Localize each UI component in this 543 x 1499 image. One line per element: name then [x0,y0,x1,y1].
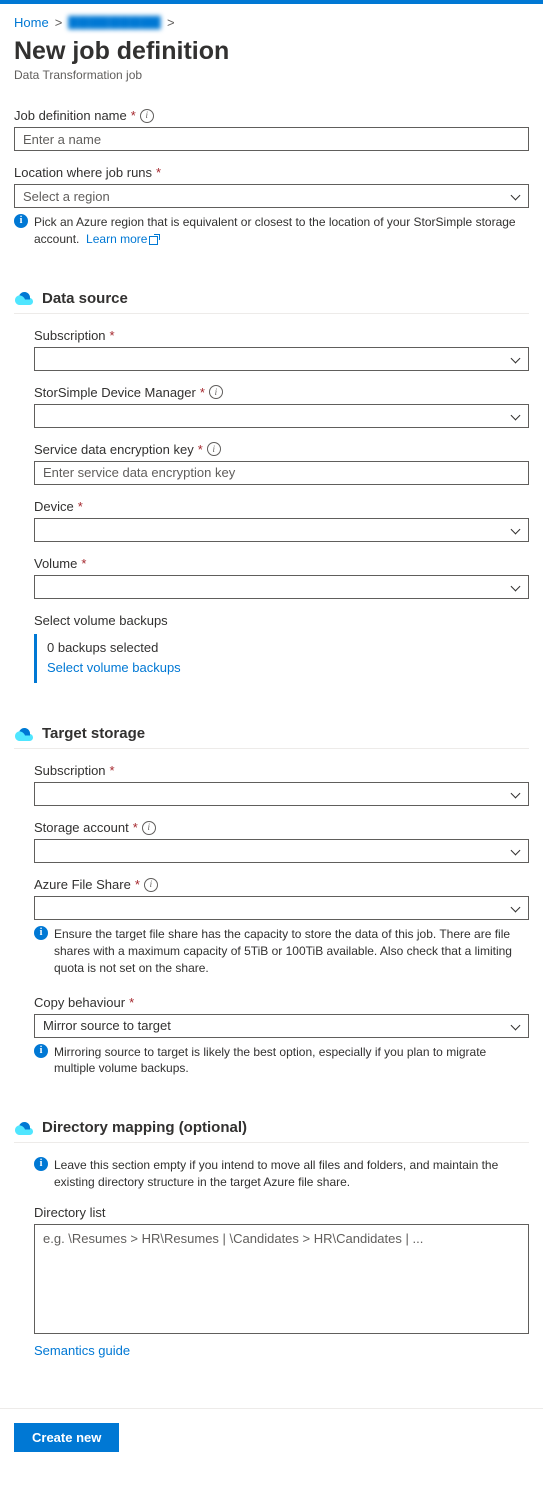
chevron-down-icon [510,1021,520,1031]
ds-backups-label: Select volume backups [34,613,168,628]
dm-list-textarea[interactable] [34,1224,529,1334]
cloud-icon [14,291,34,305]
ts-copy-behaviour-label: Copy behaviour [34,995,125,1010]
required-asterisk: * [129,995,134,1010]
data-source-header: Data source [14,290,529,314]
backup-summary: 0 backups selected Select volume backups [34,634,529,684]
ds-device-manager-label: StorSimple Device Manager [34,385,196,400]
chevron-down-icon [510,354,520,364]
backup-status: 0 backups selected [47,638,529,659]
page-subtitle: Data Transformation job [14,68,529,82]
chevron-down-icon [510,903,520,913]
info-icon: i [34,1044,48,1058]
external-link-icon [149,234,160,245]
ds-subscription-select[interactable] [34,347,529,371]
ds-encryption-key-input[interactable] [34,461,529,485]
info-icon: i [34,926,48,940]
chevron-down-icon [510,582,520,592]
chevron-down-icon [510,525,520,535]
ts-file-share-select[interactable] [34,896,529,920]
ts-subscription-select[interactable] [34,782,529,806]
location-learn-more-link[interactable]: Learn more [86,232,160,246]
cloud-icon [14,727,34,741]
info-icon: i [14,214,28,228]
required-asterisk: * [133,820,138,835]
ds-device-select[interactable] [34,518,529,542]
chevron-down-icon [510,789,520,799]
required-asterisk: * [131,108,136,123]
chevron-down-icon [510,411,520,421]
target-storage-header: Target storage [14,725,529,749]
chevron-right-icon: > [167,15,175,30]
required-asterisk: * [156,165,161,180]
location-select[interactable]: Select a region [14,184,529,208]
required-asterisk: * [81,556,86,571]
required-asterisk: * [78,499,83,514]
ds-device-label: Device [34,499,74,514]
required-asterisk: * [198,442,203,457]
job-name-input[interactable] [14,127,529,151]
location-select-value: Select a region [23,189,110,204]
job-name-label: Job definition name [14,108,127,123]
dm-list-label: Directory list [34,1205,106,1220]
directory-mapping-header: Directory mapping (optional) [14,1119,529,1143]
ds-subscription-label: Subscription [34,328,106,343]
ds-encryption-key-label: Service data encryption key [34,442,194,457]
breadcrumb-home[interactable]: Home [14,15,49,30]
required-asterisk: * [110,328,115,343]
breadcrumb: Home > ▇▇▇▇▇▇▇▇▇ > [14,14,529,30]
ts-storage-account-label: Storage account [34,820,129,835]
location-info-text: Pick an Azure region that is equivalent … [34,214,529,248]
page-title: New job definition [14,36,529,66]
ds-device-manager-select[interactable] [34,404,529,428]
breadcrumb-current[interactable]: ▇▇▇▇▇▇▇▇▇ [68,14,161,30]
ts-file-share-label: Azure File Share [34,877,131,892]
ds-volume-label: Volume [34,556,77,571]
info-icon[interactable]: i [142,821,156,835]
ts-file-share-info: Ensure the target file share has the cap… [54,926,529,976]
ts-subscription-label: Subscription [34,763,106,778]
info-icon[interactable]: i [209,385,223,399]
ts-storage-account-select[interactable] [34,839,529,863]
info-icon[interactable]: i [207,442,221,456]
semantics-guide-link[interactable]: Semantics guide [34,1343,130,1358]
chevron-down-icon [510,191,520,201]
chevron-down-icon [510,846,520,856]
ts-copy-behaviour-select[interactable]: Mirror source to target [34,1014,529,1038]
location-label: Location where job runs [14,165,152,180]
cloud-icon [14,1121,34,1135]
ts-copy-behaviour-info: Mirroring source to target is likely the… [54,1044,529,1078]
required-asterisk: * [110,763,115,778]
chevron-right-icon: > [55,15,63,30]
info-icon[interactable]: i [144,878,158,892]
info-icon: i [34,1157,48,1171]
select-backups-link[interactable]: Select volume backups [47,660,181,675]
required-asterisk: * [200,385,205,400]
ts-copy-behaviour-value: Mirror source to target [43,1018,171,1033]
create-new-button[interactable]: Create new [14,1423,119,1452]
ds-volume-select[interactable] [34,575,529,599]
dm-info: Leave this section empty if you intend t… [54,1157,529,1191]
info-icon[interactable]: i [140,109,154,123]
required-asterisk: * [135,877,140,892]
